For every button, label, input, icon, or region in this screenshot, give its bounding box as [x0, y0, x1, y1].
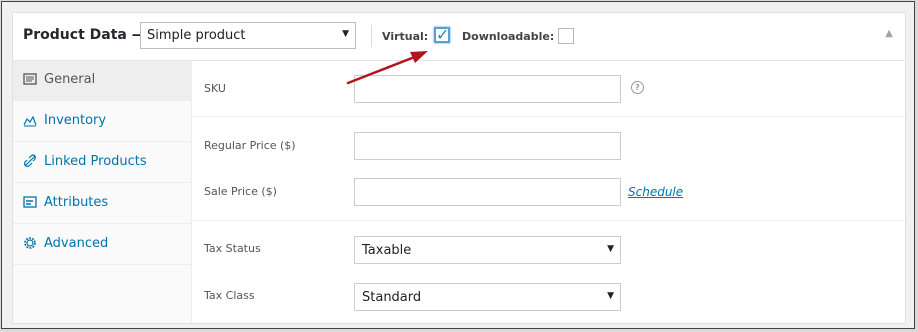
tax-status-value: Taxable [362, 243, 412, 258]
sku-group: SKU ? [192, 61, 905, 117]
regular-price-label: Regular Price ($) [204, 139, 296, 152]
tax-status-label: Tax Status [204, 242, 261, 255]
gear-icon [24, 237, 36, 249]
panel-header: Product Data — Simple product ▼ Virtual:… [13, 13, 905, 61]
tab-inventory[interactable]: Inventory [13, 102, 191, 142]
downloadable-label: Downloadable: [462, 30, 555, 43]
tab-linked-products-label: Linked Products [44, 154, 147, 169]
regular-price-input[interactable] [354, 132, 621, 160]
screenshot-frame: Product Data — Simple product ▼ Virtual:… [1, 1, 915, 329]
tax-class-select[interactable]: Standard ▼ [354, 283, 621, 311]
pricing-group: Regular Price ($) Sale Price ($) Schedul… [192, 117, 905, 221]
downloadable-checkbox[interactable] [558, 28, 574, 44]
tax-class-label: Tax Class [204, 289, 255, 302]
product-data-panel: Product Data — Simple product ▼ Virtual:… [12, 12, 906, 324]
virtual-checkbox[interactable]: ✓ [434, 25, 450, 44]
tab-inventory-label: Inventory [44, 113, 107, 128]
sale-price-label: Sale Price ($) [204, 185, 277, 198]
virtual-label: Virtual: [382, 30, 429, 43]
header-divider [371, 25, 372, 47]
product-data-tabs: General Inventory Linked Products Attrib… [13, 61, 192, 323]
tab-general-label: General [44, 72, 96, 87]
link-icon [24, 154, 36, 167]
sku-input[interactable] [354, 75, 621, 103]
sku-label: SKU [204, 82, 226, 95]
schedule-link[interactable]: Schedule [628, 185, 683, 199]
tab-linked-products[interactable]: Linked Products [13, 143, 191, 183]
tax-status-select[interactable]: Taxable ▼ [354, 236, 621, 264]
tab-attributes[interactable]: Attributes [13, 184, 191, 224]
tax-class-value: Standard [362, 290, 422, 305]
collapse-toggle-icon[interactable]: ▲ [885, 28, 893, 39]
product-type-value: Simple product [147, 28, 246, 43]
wrench-icon [23, 73, 37, 85]
dropdown-arrow-icon: ▼ [607, 244, 614, 254]
tab-general[interactable]: General [13, 61, 191, 101]
checkmark-icon: ✓ [436, 25, 450, 44]
tax-group: Tax Status Taxable ▼ Tax Class Standard … [192, 221, 905, 323]
product-type-select[interactable]: Simple product ▼ [140, 22, 356, 49]
general-options-panel: SKU ? Regular Price ($) Sale Price ($) S… [192, 61, 905, 323]
tab-advanced-label: Advanced [44, 236, 109, 251]
chart-icon [23, 115, 37, 127]
panel-title: Product Data — [23, 27, 146, 43]
tab-attributes-label: Attributes [44, 195, 109, 210]
tab-advanced[interactable]: Advanced [13, 225, 191, 265]
dropdown-arrow-icon: ▼ [607, 291, 614, 301]
list-icon [23, 196, 37, 208]
sale-price-input[interactable] [354, 178, 621, 206]
dropdown-arrow-icon: ▼ [342, 29, 349, 39]
help-icon[interactable]: ? [631, 81, 644, 94]
